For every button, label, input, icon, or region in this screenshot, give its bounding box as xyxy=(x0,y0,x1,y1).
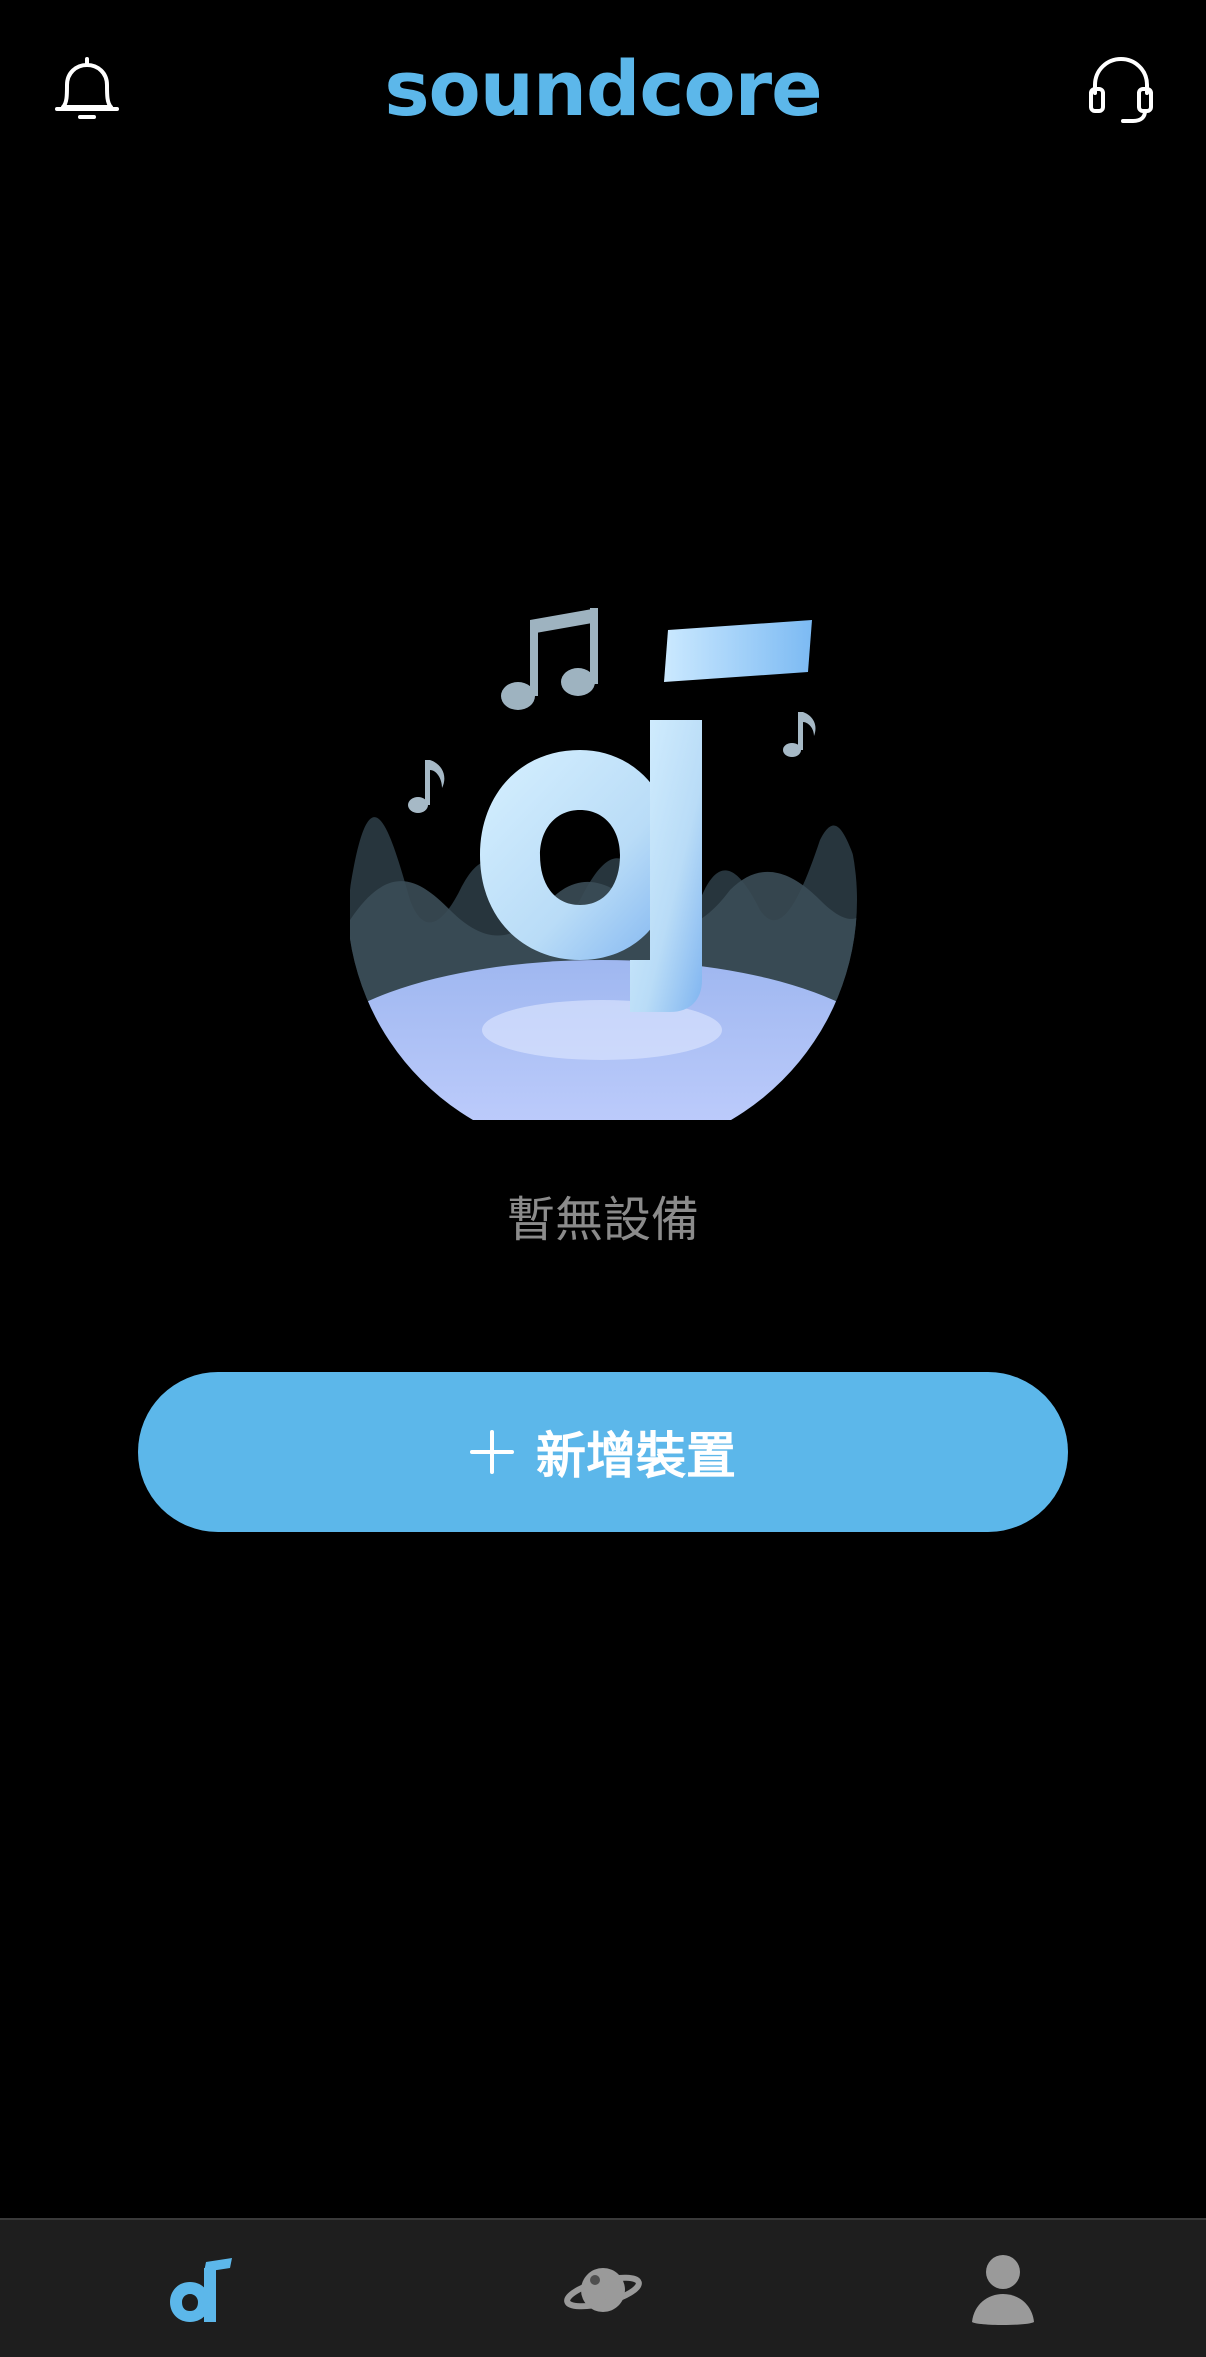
nav-tab-profile[interactable] xyxy=(933,2240,1073,2340)
planet-icon xyxy=(564,2268,642,2312)
add-device-button[interactable]: 新增裝置 xyxy=(138,1372,1068,1532)
empty-state-illustration xyxy=(330,600,880,1155)
bell-icon xyxy=(55,57,119,119)
customer-support-button[interactable] xyxy=(1076,44,1166,134)
soundcore-logo: soundcore xyxy=(373,44,833,134)
notifications-button[interactable] xyxy=(42,44,132,134)
plus-icon xyxy=(470,1430,514,1474)
nav-tab-music[interactable] xyxy=(130,2240,270,2340)
device-home-screen: soundcore 暫無設備 新增裝置 xyxy=(0,0,1206,2357)
add-device-label: 新增裝置 xyxy=(536,1427,736,1485)
music-illustration-icon xyxy=(347,608,857,1155)
nav-tab-explore[interactable] xyxy=(533,2240,673,2340)
headset-icon xyxy=(1089,56,1153,123)
logo-text: soundcore xyxy=(384,44,822,133)
user-icon xyxy=(972,2255,1034,2325)
no-devices-text: 暫無設備 xyxy=(506,1192,699,1248)
bottom-navigation xyxy=(0,2218,1206,2357)
music-note-icon xyxy=(170,2258,232,2322)
top-bar: soundcore xyxy=(0,0,1206,180)
